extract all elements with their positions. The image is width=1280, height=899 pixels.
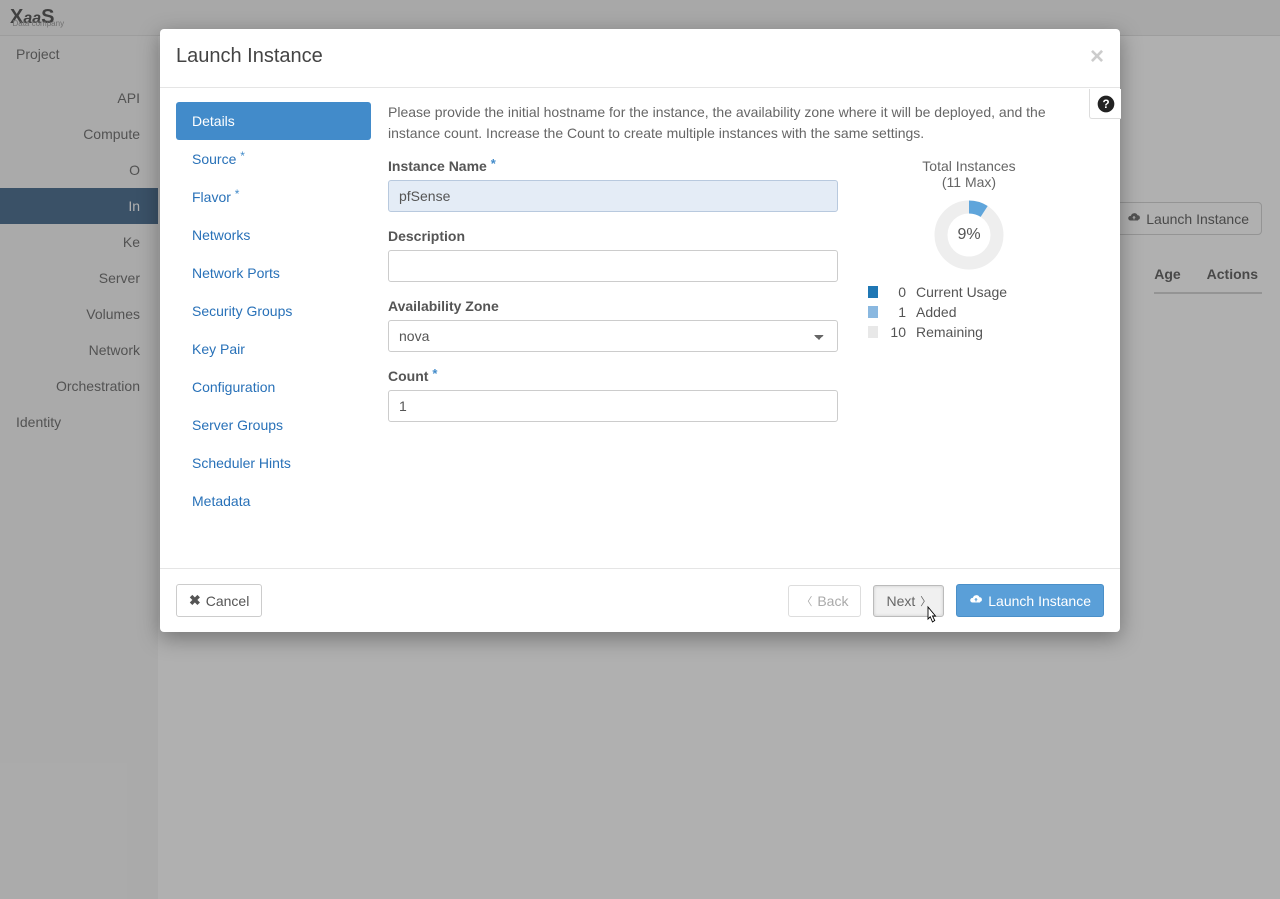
swatch-icon — [868, 306, 878, 318]
donut-percent: 9% — [934, 200, 1004, 270]
back-button[interactable]: 〈 Back — [788, 585, 861, 617]
count-input[interactable] — [388, 390, 838, 422]
cloud-upload-icon — [969, 592, 983, 609]
form-area: Please provide the initial hostname for … — [370, 88, 1120, 568]
wizard-tab-source[interactable]: Source * — [176, 140, 370, 178]
wizard-tab-details[interactable]: Details — [176, 102, 371, 140]
total-instances-label: Total Instances — [868, 158, 1070, 174]
intro-text: Please provide the initial hostname for … — [388, 102, 1102, 144]
launch-instance-modal: Launch Instance × ? Details Source * Fla… — [160, 29, 1120, 632]
close-icon[interactable]: × — [1090, 45, 1104, 69]
launch-instance-button[interactable]: Launch Instance — [956, 584, 1104, 617]
help-icon[interactable]: ? — [1089, 89, 1121, 119]
label-availability-zone: Availability Zone — [388, 298, 838, 314]
wizard-tab-configuration[interactable]: Configuration — [176, 368, 370, 406]
wizard-tab-key-pair[interactable]: Key Pair — [176, 330, 370, 368]
wizard-nav: Details Source * Flavor * Networks Netwo… — [160, 88, 370, 568]
cancel-button[interactable]: ✖ Cancel — [176, 584, 262, 617]
chevron-left-icon: 〈 — [801, 593, 812, 609]
availability-zone-select[interactable]: nova — [388, 320, 838, 352]
description-input[interactable] — [388, 250, 838, 282]
swatch-icon — [868, 326, 878, 338]
legend-row-added: 1 Added — [868, 304, 1070, 320]
totals-panel: Total Instances (11 Max) 9% — [868, 158, 1070, 438]
wizard-tab-flavor[interactable]: Flavor * — [176, 178, 370, 216]
legend: 0 Current Usage 1 Added 10 — [868, 284, 1070, 340]
form-left: Instance Name * Description Availability… — [388, 158, 838, 438]
label-instance-name: Instance Name * — [388, 158, 838, 174]
modal-header: Launch Instance × — [160, 29, 1120, 88]
wizard-tab-scheduler-hints[interactable]: Scheduler Hints — [176, 444, 370, 482]
modal-body: ? Details Source * Flavor * Networks Net… — [160, 88, 1120, 568]
wizard-tab-server-groups[interactable]: Server Groups — [176, 406, 370, 444]
max-label: (11 Max) — [868, 174, 1070, 190]
modal-title: Launch Instance — [176, 45, 323, 68]
chevron-right-icon: 〉 — [920, 593, 931, 609]
swatch-icon — [868, 286, 878, 298]
wizard-tab-network-ports[interactable]: Network Ports — [176, 254, 370, 292]
label-description: Description — [388, 228, 838, 244]
label-count: Count * — [388, 368, 838, 384]
wizard-tab-metadata[interactable]: Metadata — [176, 482, 370, 520]
wizard-tab-security-groups[interactable]: Security Groups — [176, 292, 370, 330]
wizard-tab-networks[interactable]: Networks — [176, 216, 370, 254]
svg-text:?: ? — [1102, 98, 1109, 111]
legend-row-current: 0 Current Usage — [868, 284, 1070, 300]
usage-donut: 9% — [934, 200, 1004, 270]
instance-name-input[interactable] — [388, 180, 838, 212]
close-icon: ✖ — [189, 592, 201, 609]
next-button[interactable]: Next 〉 — [873, 585, 944, 617]
modal-footer: ✖ Cancel 〈 Back Next 〉 Launch Instance — [160, 568, 1120, 632]
legend-row-remaining: 10 Remaining — [868, 324, 1070, 340]
